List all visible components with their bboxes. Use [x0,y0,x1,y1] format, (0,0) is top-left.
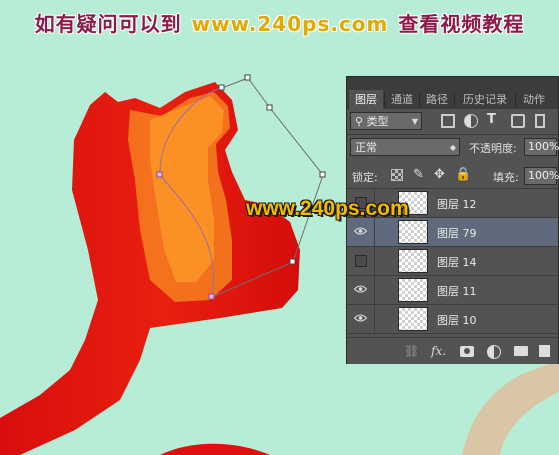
layer-name[interactable]: 图层 14 [437,254,477,270]
layer-row[interactable]: 图层 14 [347,247,558,276]
chevron-down-icon: ▼ [411,117,418,126]
visibility-toggle[interactable] [347,305,375,333]
banner-text-1: 如有疑问可以到 [34,12,182,36]
blend-mode-select[interactable]: 正常 ◆ [350,138,460,156]
eye-icon [354,285,367,293]
eye-icon [354,227,367,235]
layer-name[interactable]: 图层 79 [437,225,477,241]
eye-icon [354,314,367,322]
layer-name[interactable]: 图层 10 [437,312,477,328]
lock-position-icon[interactable]: ✥ [434,167,448,182]
chevron-updown-icon: ◆ [449,143,456,152]
folder-icon[interactable] [514,346,528,356]
mask-icon[interactable] [460,346,474,357]
anchor-point[interactable] [156,171,163,178]
layer-name[interactable]: 图层 12 [437,196,477,212]
layer-filter-select[interactable]: ⚲ 类型 ▼ [350,112,422,130]
lock-transparency-icon[interactable] [391,169,403,181]
adjustment-icon[interactable] [487,345,501,359]
divider [347,134,558,135]
opacity-input[interactable]: 100% [524,138,559,156]
anchor-point[interactable] [208,293,215,300]
visibility-toggle[interactable] [347,276,375,304]
layer-thumbnail[interactable] [398,278,428,302]
tab-layers[interactable]: 图层 [349,90,383,109]
tab-separator [454,93,455,106]
lock-pixels-icon[interactable]: ✎ [413,167,427,182]
hidden-visibility-box [355,255,367,267]
search-icon: ⚲ [355,115,367,128]
panel-bottom-bar: ⛓ fx. [347,337,558,364]
banner-link: www.240ps.com [191,12,389,36]
fill-input[interactable]: 100% [524,167,559,185]
layer-filter-value: 类型 [366,115,389,128]
opacity-label: 不透明度: [469,142,517,155]
layer-name[interactable]: 图层 11 [437,283,477,299]
lock-all-icon[interactable]: 🔒 [455,167,471,182]
tab-history[interactable]: 历史记录 [456,90,514,109]
new-layer-icon[interactable] [539,345,550,357]
layer-thumbnail[interactable] [398,249,428,273]
panel-tabs: 图层 通道 路径 历史记录 动作 [347,77,558,109]
layer-thumbnail[interactable] [398,220,428,244]
banner-text-2: 查看视频教程 [398,12,525,36]
fill-label: 填充: [493,171,519,184]
layer-row[interactable]: 图层 79 [347,218,558,247]
banner: 如有疑问可以到 www.240ps.com 查看视频教程 [0,8,559,37]
smart-object-filter-icon[interactable] [535,114,545,128]
tab-separator [515,93,516,106]
tab-channels[interactable]: 通道 [386,90,418,109]
adjustment-filter-icon[interactable] [464,114,478,128]
mask-hole [464,348,470,354]
anchor-point[interactable] [218,84,225,91]
link-icon[interactable]: ⛓ [404,344,419,358]
watermark: www.240ps.com [246,197,409,220]
layer-thumbnail[interactable] [398,307,428,331]
anchor-point[interactable] [289,258,296,265]
layer-row[interactable]: 图层 11 [347,276,558,305]
fx-icon[interactable]: fx. [431,344,446,358]
lock-label: 锁定: [352,171,378,184]
anchor-point[interactable] [266,104,273,111]
layer-row[interactable]: 图层 10 [347,305,558,334]
shape-filter-icon[interactable] [511,114,525,128]
image-filter-icon[interactable] [441,114,455,128]
visibility-toggle[interactable] [347,218,375,246]
anchor-point[interactable] [244,74,251,81]
visibility-toggle[interactable] [347,247,375,275]
blend-mode-value: 正常 [355,141,377,154]
anchor-point[interactable] [319,171,326,178]
tab-separator [384,93,385,106]
tab-actions[interactable]: 动作 [517,90,551,109]
tab-separator [419,93,420,106]
tab-paths[interactable]: 路径 [421,90,453,109]
type-filter-icon[interactable]: T [487,113,501,127]
